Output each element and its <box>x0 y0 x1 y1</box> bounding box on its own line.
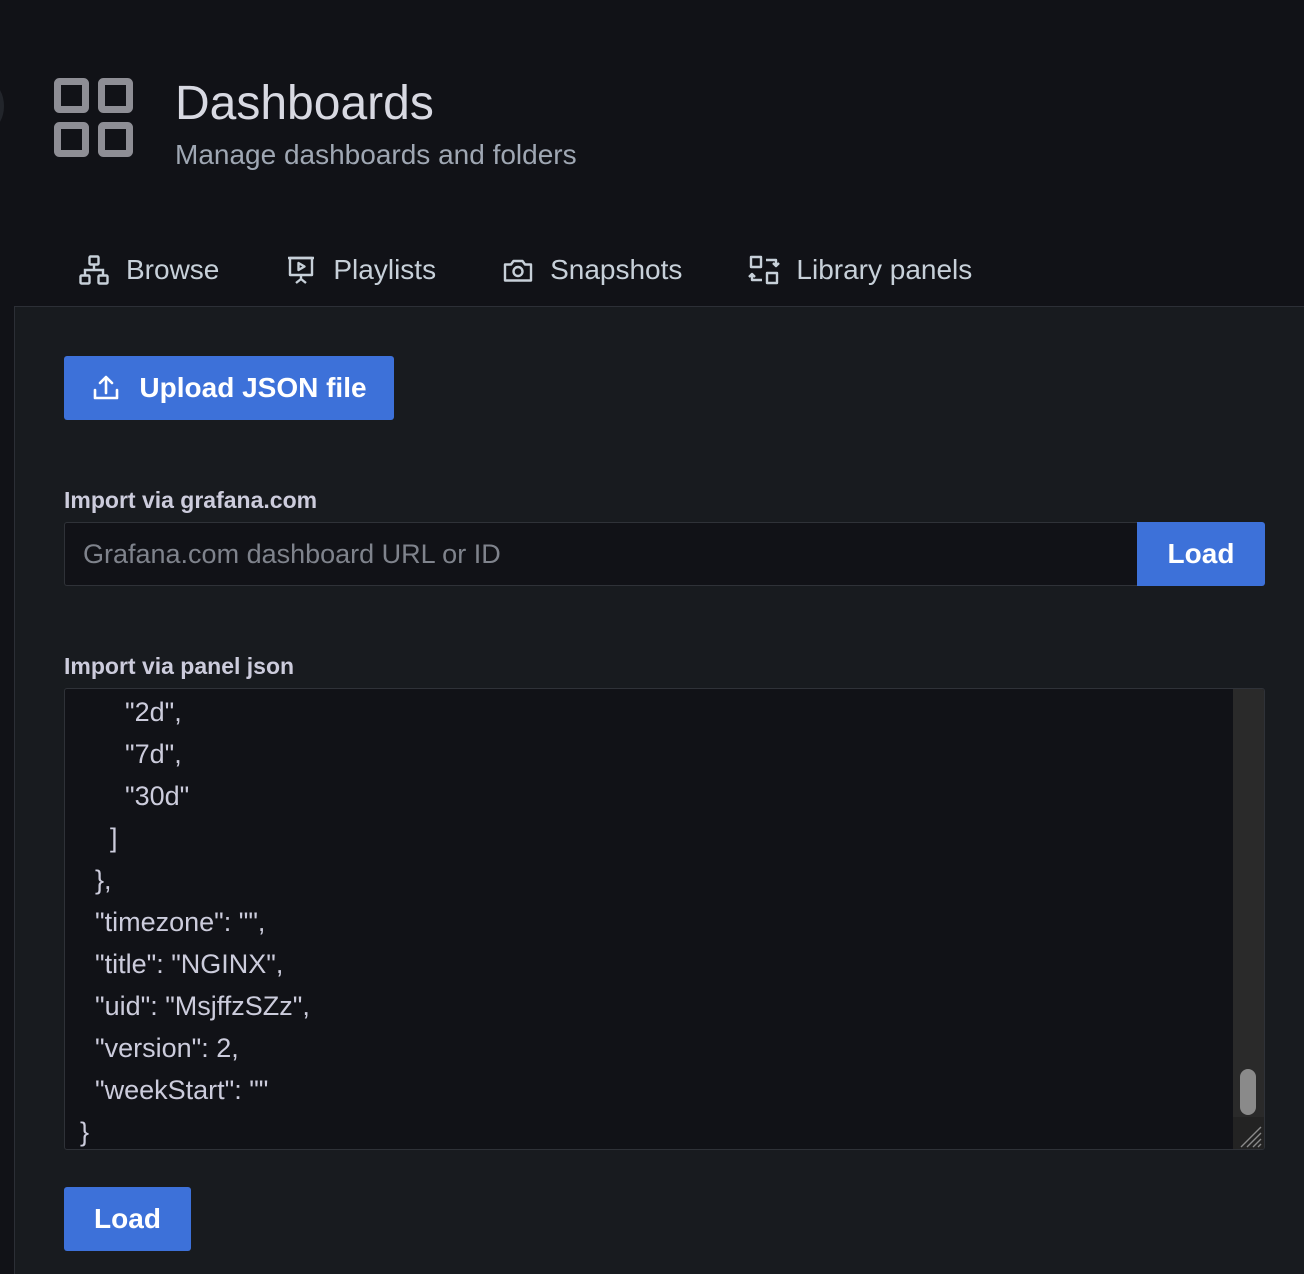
json-import-label: Import via panel json <box>64 653 295 679</box>
presentation-play-icon <box>288 256 315 284</box>
panel-json-textarea[interactable]: "2d", "7d", "30d" ] }, "timezone": "", "… <box>64 688 1265 1150</box>
json-line: "version": 2, <box>65 1033 239 1063</box>
load-json-button[interactable]: Load <box>64 1187 191 1251</box>
tab-label: Snapshots <box>550 254 683 285</box>
load-url-button[interactable]: Load <box>1137 522 1265 586</box>
json-line: "timezone": "", <box>65 907 266 937</box>
json-line: "uid": "MsjffzSZz", <box>65 991 310 1021</box>
json-line: "weekStart": "" <box>65 1075 269 1105</box>
page-title: Dashboards <box>175 77 434 130</box>
tab-label: Browse <box>126 254 220 285</box>
sitemap-icon <box>79 255 109 285</box>
resize-grip-icon <box>1240 1126 1262 1148</box>
json-line: "7d", <box>65 739 182 769</box>
scrollbar-thumb[interactable] <box>1240 1069 1256 1115</box>
json-text-content[interactable]: "2d", "7d", "30d" ] }, "timezone": "", "… <box>65 689 1233 1149</box>
tab-label: Playlists <box>333 254 437 285</box>
library-panel-icon <box>748 255 781 285</box>
json-line: }, <box>65 865 112 895</box>
page-subtitle: Manage dashboards and folders <box>175 139 577 170</box>
json-line: "30d" <box>65 781 190 811</box>
grafana-import-label: Import via grafana.com <box>64 487 318 513</box>
sidebar-edge <box>0 84 4 128</box>
tab-browse[interactable]: Browse <box>78 244 219 296</box>
tab-playlists[interactable]: Playlists <box>285 244 436 296</box>
json-line: "title": "NGINX", <box>65 949 284 979</box>
import-panel: Upload JSON file Import via grafana.com … <box>14 306 1304 1274</box>
json-line: "2d", <box>65 697 182 727</box>
upload-icon <box>94 375 119 400</box>
apps-grid-icon <box>54 78 133 157</box>
tab-label: Library panels <box>796 254 973 285</box>
upload-json-button[interactable]: Upload JSON file <box>64 356 394 420</box>
json-line: } <box>65 1117 90 1147</box>
grafana-url-input[interactable] <box>64 522 1138 586</box>
tab-snapshots[interactable]: Snapshots <box>502 244 682 296</box>
camera-icon <box>503 259 533 282</box>
upload-json-label: Upload JSON file <box>139 372 367 403</box>
json-line: ] <box>65 823 118 853</box>
resize-handle[interactable] <box>1233 1117 1264 1149</box>
page-tabs: Browse Playlists Snapshots Library panel… <box>78 244 1038 296</box>
dashboards-page: Dashboards Manage dashboards and folders… <box>0 0 1304 1274</box>
tab-library-panels[interactable]: Library panels <box>748 244 972 296</box>
textarea-scrollbar[interactable] <box>1233 689 1264 1117</box>
